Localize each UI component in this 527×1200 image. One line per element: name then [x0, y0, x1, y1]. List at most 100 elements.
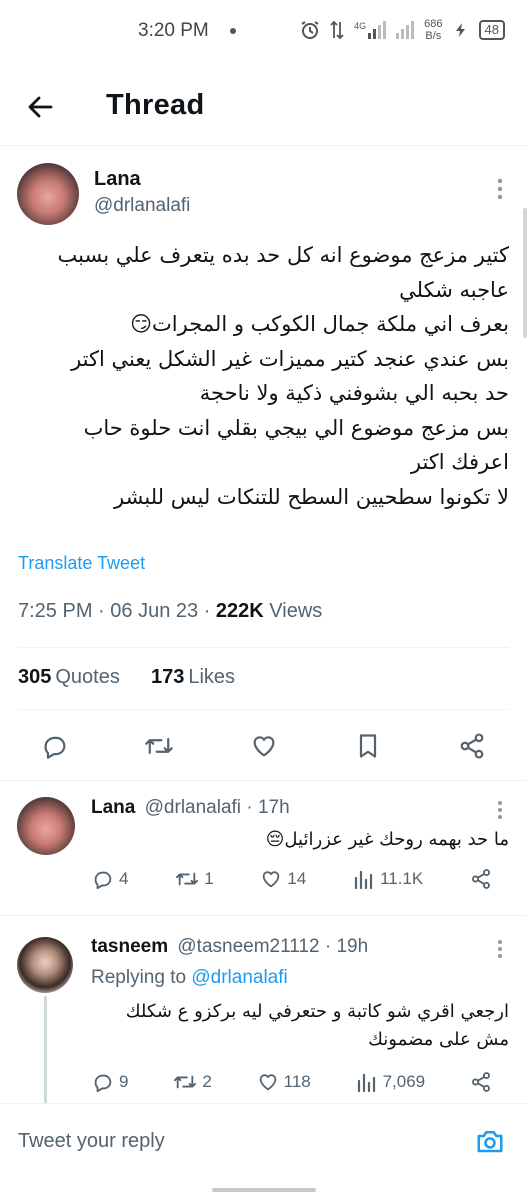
reply-line: مش على مضمونك [368, 1029, 509, 1050]
author-handle[interactable]: @drlanalafi [94, 195, 190, 217]
reply-text: ما حد بهمه روحك غير عزرائيل😔 [91, 826, 509, 854]
retweet-button[interactable] [144, 731, 174, 761]
more-button[interactable] [497, 939, 503, 963]
like-count: 14 [287, 869, 307, 888]
tweet-line: كتير مزعج موضوع انه كل حد بده يتعرف علي … [57, 243, 509, 267]
reply-composer: Tweet your reply [0, 1103, 527, 1183]
like-icon [263, 871, 280, 888]
more-button[interactable] [497, 178, 503, 204]
tweet-line: بس مزعج موضوع الي بيجي بقلي انت حلوة حاب [83, 415, 509, 440]
like-button[interactable]: 118 [257, 1071, 311, 1093]
reply-icon [94, 1074, 112, 1093]
reply-header: tasneem @tasneem21112 · 19h [91, 936, 369, 957]
more-button[interactable] [497, 800, 503, 824]
reply-author-handle[interactable]: @drlanalafi [145, 797, 241, 818]
views-icon [357, 1073, 375, 1093]
reply-author-handle[interactable]: @tasneem21112 [177, 936, 319, 957]
scrollbar[interactable] [523, 208, 527, 338]
likes-link[interactable]: 173 Likes [151, 666, 235, 688]
author-name[interactable]: Lana [94, 168, 141, 191]
reply-line: ارجعي اقري شو كاتبة و حتعرفي ليه بركزو ع… [125, 1001, 509, 1022]
network-speed: 686 B/s [424, 18, 443, 42]
status-icons: 4G 686 B/s 48 [300, 18, 505, 42]
bookmark-button[interactable] [353, 731, 383, 761]
share-button[interactable] [470, 1071, 492, 1093]
views-button[interactable]: 11.1K [353, 868, 423, 890]
reply-button[interactable]: 9 [92, 1071, 128, 1093]
reply-author-name[interactable]: Lana [91, 797, 135, 818]
like-icon [259, 1074, 276, 1091]
tweet-line: بس عندي عنجد كتير مميزات غير الشكل يعني … [71, 346, 509, 371]
reply-line: ما حد بهمه روحك غير عزرائيل😔 [265, 829, 509, 850]
quotes-link[interactable]: 305 Quotes [18, 666, 120, 688]
reply-icon [94, 871, 112, 890]
views-count: 11.1K [380, 869, 424, 888]
back-button[interactable] [22, 89, 58, 125]
like-button[interactable]: 14 [260, 868, 306, 890]
separator [0, 915, 527, 916]
reply-text: ارجعي اقري شو كاتبة و حتعرفي ليه بركزو ع… [91, 998, 509, 1054]
app-header: Thread [0, 64, 527, 146]
tweet-actions [18, 724, 509, 768]
retweet-count: 2 [202, 1072, 212, 1091]
retweet-icon [176, 872, 199, 886]
replying-to-handle[interactable]: @drlanalafi [191, 967, 287, 988]
tweet-time: 7:25 PM [18, 600, 93, 622]
status-time: 3:20 PM [138, 20, 209, 41]
bookmark-icon [359, 734, 376, 758]
reply-age: 17h [257, 797, 290, 818]
thread-connector-line [44, 996, 47, 1108]
share-button[interactable] [457, 731, 487, 761]
battery-indicator: 48 [478, 20, 505, 40]
divider [18, 709, 509, 710]
more-icon [498, 801, 502, 819]
retweet-icon [145, 737, 174, 755]
status-bar: 3:20 PM 4G 686 B/s 48 [0, 0, 527, 64]
network-type: 4G [354, 21, 367, 31]
more-icon [498, 940, 502, 958]
reply-input[interactable]: Tweet your reply [18, 1130, 165, 1153]
reply-header: Lana @drlanalafi · 17h [91, 797, 290, 818]
signal-2-icon [396, 21, 415, 39]
notification-dot [230, 28, 236, 34]
reply-author-name[interactable]: tasneem [91, 936, 168, 957]
translate-tweet-link[interactable]: Translate Tweet [18, 553, 145, 574]
share-icon [460, 733, 484, 759]
reply-count: 4 [119, 869, 129, 888]
avatar[interactable] [17, 797, 75, 855]
engagement-counts: 305 Quotes 173 Likes [18, 666, 235, 689]
camera-button[interactable] [475, 1126, 505, 1160]
reply-button[interactable]: 4 [92, 868, 128, 890]
share-icon [471, 1072, 490, 1092]
views-icon [354, 870, 373, 890]
avatar[interactable] [17, 937, 73, 993]
reply-age: 19h [336, 936, 369, 957]
tweet-date: 06 Jun 23 [110, 600, 199, 622]
data-transfer-icon [330, 20, 344, 40]
tweet-line: بعرف اني ملكة جمال الكوكب و المجرات😏 [130, 312, 509, 336]
avatar[interactable] [17, 163, 79, 225]
more-icon [497, 178, 503, 200]
alarm-icon [301, 21, 319, 39]
share-icon [471, 869, 490, 889]
reply-actions: 9 2 118 7,069 [92, 1071, 492, 1093]
replying-to: Replying to @drlanalafi [91, 967, 288, 988]
tweet-line: حد بحبه الي بشوفني ذكية ولا ناحجة [199, 381, 509, 405]
back-arrow-icon [28, 96, 53, 118]
views-button[interactable]: 7,069 [356, 1071, 425, 1093]
retweet-button[interactable]: 2 [173, 1071, 212, 1093]
tweet-text: كتير مزعج موضوع انه كل حد بده يتعرف علي … [18, 238, 509, 514]
camera-icon [477, 1131, 503, 1153]
retweet-button[interactable]: 1 [175, 868, 214, 890]
reply-icon [44, 736, 66, 759]
reply-button[interactable] [40, 731, 70, 761]
home-indicator [212, 1188, 316, 1192]
like-count: 118 [283, 1072, 311, 1091]
like-icon [253, 736, 274, 757]
retweet-icon [174, 1075, 197, 1089]
reply-count: 9 [119, 1072, 129, 1091]
charging-icon [455, 23, 465, 37]
like-button[interactable] [249, 731, 279, 761]
page-title: Thread [106, 89, 205, 121]
share-button[interactable] [470, 868, 492, 890]
